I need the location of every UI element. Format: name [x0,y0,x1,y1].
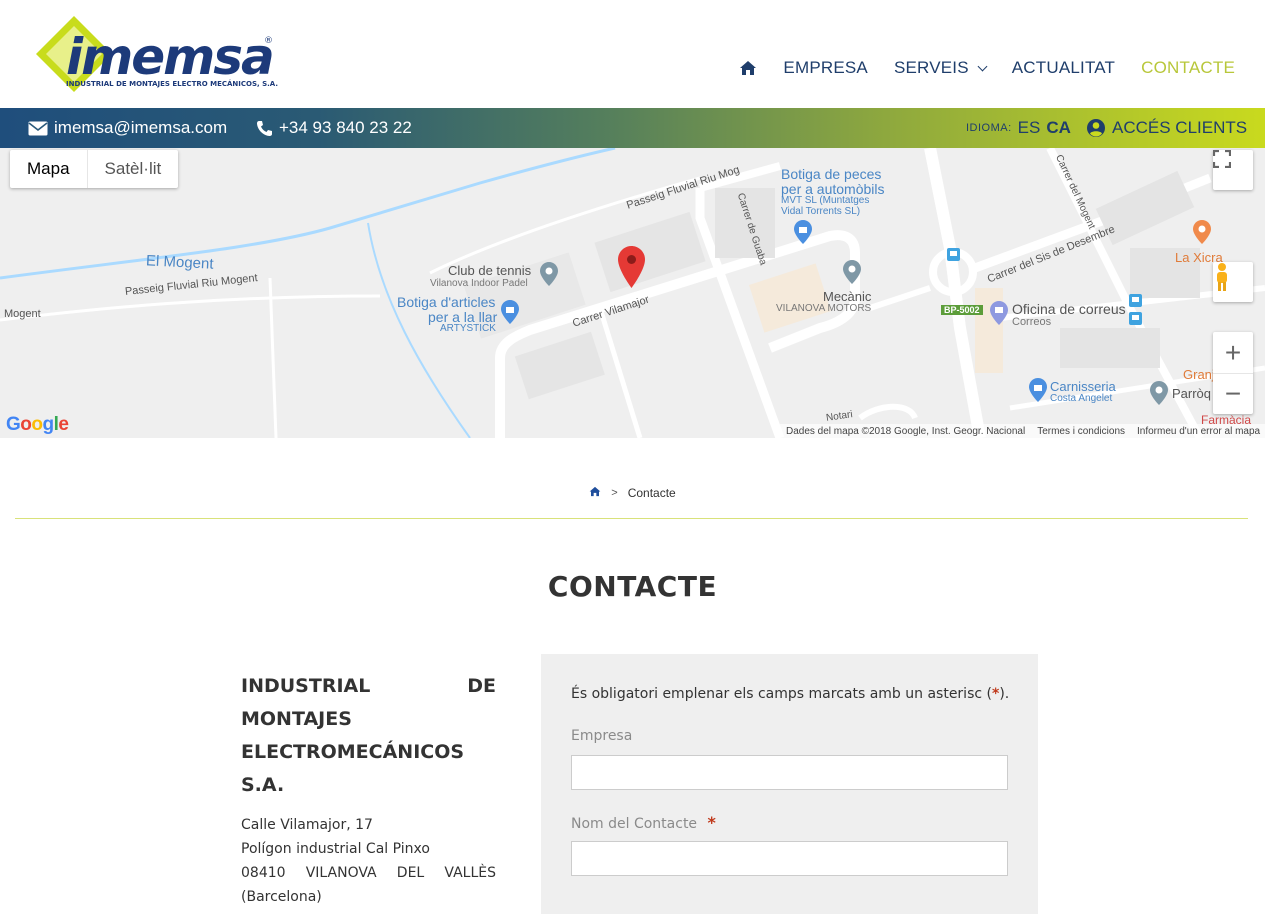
nav-serveis[interactable]: SERVEIS [894,58,988,78]
map-type-toggle: Mapa Satèl·lit [10,150,179,188]
map-terms-link[interactable]: Termes i condicions [1037,426,1125,437]
poi-pin-icon[interactable] [843,260,861,284]
shopping-bag-icon[interactable] [501,300,519,324]
map-label-bp-road: BP-5002 [941,305,983,315]
company-name-line: MONTAJES [241,708,352,730]
address-line: Polígon industrial Cal Pinxo [241,841,430,857]
language-label: IDIOMA: [966,122,1012,134]
bus-stop-icon[interactable] [1129,294,1142,307]
map-label-granja: Granj [1183,367,1215,382]
address-line: 08410 VILANOVA DEL VALLÈS [241,865,496,881]
address-line: Calle Vilamajor, 17 [241,817,373,833]
poi-pin-icon[interactable] [1150,381,1168,405]
lang-es-link[interactable]: ES [1018,118,1041,138]
street-view-button[interactable] [1213,262,1253,302]
map-type-satellite[interactable]: Satèl·lit [86,150,179,188]
map-label-mogent-river: El Mogent [145,252,214,273]
lang-ca-link[interactable]: CA [1046,118,1071,138]
breadcrumb-home[interactable] [589,486,601,500]
poi-pin-icon[interactable] [540,262,558,286]
map-label-botiga-llar-1: Botiga d'articles [397,294,496,310]
contact-form: És obligatori emplenar els camps marcats… [541,654,1038,914]
client-access-link[interactable]: ACCÉS CLIENTS [1086,108,1247,148]
envelope-icon [28,121,48,135]
logo-wordmark: imemsa [66,28,275,86]
location-marker-icon[interactable] [618,246,645,288]
email-link[interactable]: imemsa@imemsa.com [28,108,227,148]
map-report-link[interactable]: Informeu d'un error al mapa [1137,426,1260,437]
map-label-mecanic-sub: VILANOVA MOTORS [776,303,872,314]
map-type-mapa[interactable]: Mapa [10,150,87,188]
user-circle-icon [1087,119,1105,137]
map-label-botiga-peces-1: Botiga de peces [781,166,882,182]
main-nav: EMPRESA SERVEIS ACTUALITAT CONTACTE [739,56,1235,80]
zoom-out-button[interactable]: − [1213,373,1253,414]
map-footer: Dades del mapa ©2018 Google, Inst. Geogr… [780,424,1265,438]
bus-stop-icon[interactable] [1129,312,1142,325]
map-label-carnisseria-sub: Costa Angelet [1050,393,1113,404]
phone-icon [257,120,272,136]
map-label-club-tennis-sub: Vilanova Indoor Padel [430,278,528,289]
map-label-oficina: Oficina de correus [1012,301,1126,317]
logo-subtitle: INDUSTRIAL DE MONTAJES ELECTRO MECÁNICOS… [66,80,279,88]
logo-registered-mark: ® [264,36,273,46]
site-header: imemsa ® INDUSTRIAL DE MONTAJES ELECTRO … [0,0,1265,108]
map-data-attribution: Dades del mapa ©2018 Google, Inst. Geogr… [786,425,1026,437]
nav-contacte[interactable]: CONTACTE [1141,58,1235,78]
nom-contacte-label: Nom del Contacte * [571,813,716,832]
chevron-down-icon [977,61,988,71]
home-icon [740,61,757,75]
section-divider [15,518,1248,519]
nom-contacte-input[interactable] [571,841,1008,876]
mail-poi-icon[interactable] [990,301,1008,325]
shopping-bag-icon[interactable] [1029,378,1047,402]
map-label-mogent: Mogent [4,308,41,320]
pegman-icon [1217,263,1227,291]
empresa-label: Empresa [571,728,633,744]
required-fields-note: És obligatori emplenar els camps marcats… [571,686,1010,702]
map-label-parroquia: Parròq [1172,386,1212,401]
map-label-carnisseria: Carnisseria [1050,379,1116,394]
map-label-club-tennis: Club de tennis [448,263,532,278]
empresa-input[interactable] [571,755,1008,790]
map-label-botiga-peces-sub-2: Vidal Torrents SL) [781,206,861,217]
company-name-line: INDUSTRIAL DE [241,675,496,697]
contact-bar: imemsa@imemsa.com +34 93 840 23 22 IDIOM… [0,108,1265,148]
nav-actualitat[interactable]: ACTUALITAT [1012,58,1115,78]
home-icon [589,486,601,497]
zoom-controls: + − [1213,332,1253,414]
company-name: INDUSTRIAL DE MONTAJES ELECTROMECÁNICOS … [241,670,496,802]
address-line: (Barcelona) [241,889,322,905]
nav-home[interactable] [739,60,757,76]
map-label-botiga-peces-sub-1: MVT SL (Muntatges [781,195,870,206]
map-label-mecanic: Mecànic [823,289,872,304]
zoom-in-button[interactable]: + [1213,332,1253,373]
fullscreen-icon [1213,150,1231,168]
breadcrumb-current: Contacte [627,486,676,500]
imemsa-logo[interactable]: imemsa ® INDUSTRIAL DE MONTAJES ELECTRO … [36,14,279,94]
google-logo: Google [6,414,69,435]
restaurant-poi-icon[interactable] [1193,220,1211,244]
company-address: Calle Vilamajor, 17 Polígon industrial C… [241,813,496,909]
breadcrumb-separator: > [611,487,618,499]
shopping-bag-icon[interactable] [794,220,812,244]
required-asterisk: * [707,813,716,832]
breadcrumb: > Contacte [0,486,1265,500]
company-name-line: ELECTROMECÁNICOS [241,741,465,763]
nav-empresa[interactable]: EMPRESA [783,58,868,78]
google-map[interactable]: El Mogent Mogent Passeig Fluvial Riu Mog… [0,148,1265,438]
fullscreen-button[interactable] [1213,150,1253,190]
bus-stop-icon[interactable] [947,248,960,261]
page-title: CONTACTE [547,570,718,603]
company-name-line: S.A. [241,774,285,796]
map-label-oficina-sub: Correos [1012,316,1052,328]
map-label-botiga-llar-sub: ARTYSTICK [440,323,496,334]
language-switcher: IDIOMA: ES CA [966,108,1071,148]
phone-link[interactable]: +34 93 840 23 22 [256,108,412,148]
